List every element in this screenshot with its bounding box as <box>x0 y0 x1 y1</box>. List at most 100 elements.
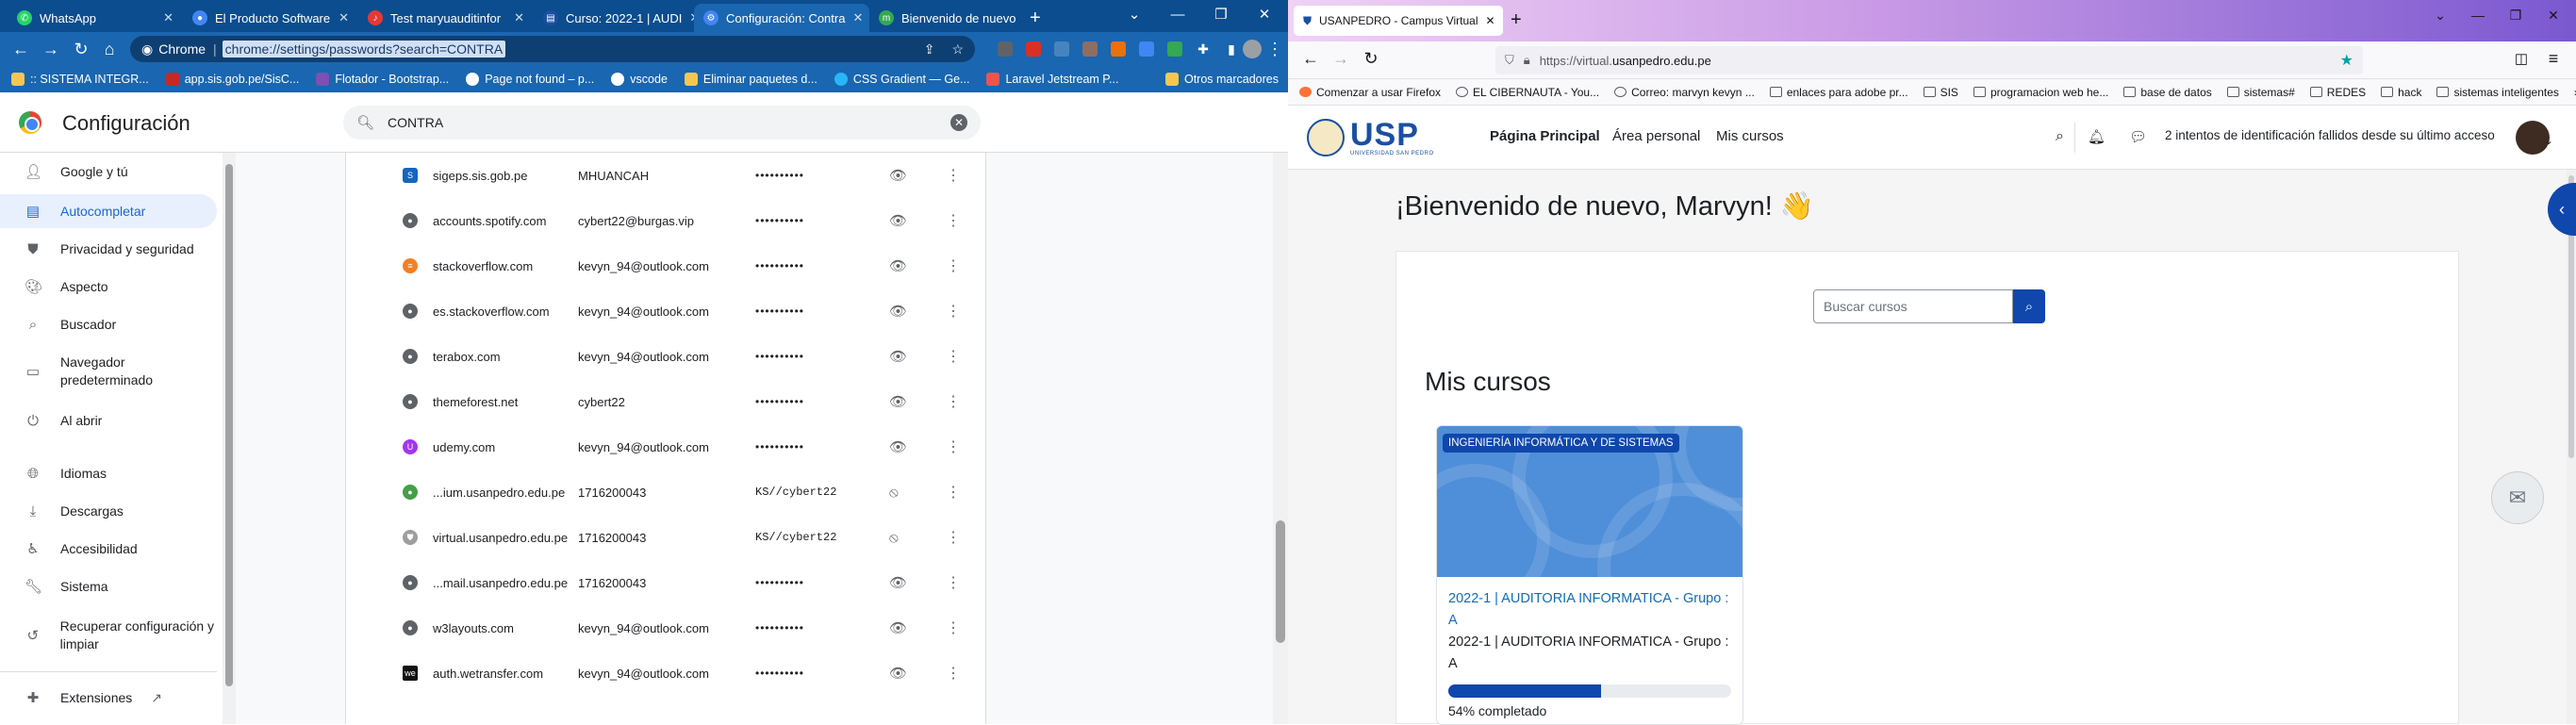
forward-button[interactable]: → <box>40 38 62 60</box>
restore-button[interactable]: ❐ <box>2497 8 2535 24</box>
new-tab-button[interactable]: + <box>1511 9 1522 31</box>
profile-avatar[interactable] <box>1243 40 1262 58</box>
side-panel-icon[interactable]: ▮ <box>1220 38 1243 60</box>
show-password-icon[interactable]: 👁︎ <box>889 212 907 229</box>
site-logo[interactable]: USP UNIVERSIDAD SAN PEDRO <box>1307 117 1448 158</box>
chat-icon[interactable]: 💬︎ <box>2129 128 2147 145</box>
password-row[interactable]: ● accounts.spotify.com cybert22@burgas.vip… <box>346 198 987 243</box>
hide-password-icon[interactable]: ⦸ <box>889 530 899 546</box>
close-window-button[interactable]: ✕ <box>1243 0 1286 28</box>
password-row[interactable]: ≡ stackoverflow.com kevyn_94@outlook.com ••… <box>346 243 987 288</box>
more-actions-icon[interactable]: ⋮ <box>946 392 961 411</box>
forward-button[interactable]: → <box>1329 47 1352 70</box>
show-password-icon[interactable]: 👁︎ <box>889 303 907 320</box>
password-row[interactable]: we auth.wetransfer.com kevyn_94@outlook.co… <box>346 651 987 696</box>
more-actions-icon[interactable]: ⋮ <box>946 347 961 366</box>
show-password-icon[interactable]: 👁︎ <box>889 619 907 636</box>
clear-search-icon[interactable]: ✕ <box>950 114 967 131</box>
bookmark-folder[interactable]: base de datos <box>2123 86 2212 99</box>
tab-configuracion[interactable]: ⚙ Configuración: Contra ✕ <box>694 4 869 32</box>
password-row[interactable]: Uudemy.com kevyn_94@outlook.com ••••••••••… <box>346 424 987 470</box>
page-scrollbar[interactable] <box>2567 170 2576 724</box>
chevron-down-icon[interactable]: ⌄ <box>2544 134 2553 147</box>
bookmark-item[interactable]: Page not found – p... <box>466 73 594 86</box>
bookmark-item[interactable]: Eliminar paquetes d... <box>684 73 817 86</box>
back-button[interactable]: ← <box>1299 47 1322 70</box>
scrollbar-thumb[interactable] <box>225 164 233 686</box>
course-link[interactable]: 2022-1 | AUDITORIA INFORMATICA - Grupo :… <box>1448 588 1731 632</box>
bookmark-item[interactable]: Correo: marvyn kevyn ... <box>1614 86 1755 99</box>
new-tab-button[interactable]: + <box>1020 4 1052 32</box>
bookmark-item[interactable]: CSS Gradient — Ge... <box>834 73 969 86</box>
more-actions-icon[interactable]: ⋮ <box>946 211 961 230</box>
settings-search-input[interactable]: 🔍︎ CONTRA ✕ <box>343 106 981 140</box>
show-password-icon[interactable]: 👁︎ <box>889 348 907 365</box>
search-icon[interactable]: ⌕ <box>2056 128 2064 145</box>
sidebar-item-recuperar[interactable]: ↺ Recuperar configuración y limpiar <box>0 609 217 662</box>
nav-pagina-principal[interactable]: Página Principal <box>1490 128 1600 144</box>
course-search-input[interactable]: Buscar cursos <box>1813 289 2013 323</box>
close-icon[interactable]: ✕ <box>1486 14 1495 27</box>
show-password-icon[interactable]: 👁︎ <box>889 257 907 274</box>
password-row[interactable]: ● terabox.com kevyn_94@outlook.com ••••••••… <box>346 334 987 379</box>
reload-button[interactable]: ↻ <box>70 38 92 60</box>
sidebar-item-idiomas[interactable]: 🌐︎ Idiomas <box>0 456 217 490</box>
messaging-button[interactable]: ✉ <box>2491 471 2544 524</box>
show-password-icon[interactable]: 👁︎ <box>889 393 907 410</box>
tab-test[interactable]: ♪ Test maryuauditinfor ✕ <box>358 4 534 32</box>
bookmark-folder[interactable]: programacion web he... <box>1973 86 2108 99</box>
more-actions-icon[interactable]: ⋮ <box>946 302 961 321</box>
back-button[interactable]: ← <box>9 38 32 60</box>
bookmark-folder[interactable]: enlaces para adobe pr... <box>1769 86 1908 99</box>
more-actions-icon[interactable]: ⋮ <box>946 437 961 456</box>
password-row[interactable]: Ssigeps.sis.gob.pe MHUANCAH •••••••••• 👁︎ ⋮ <box>346 153 987 198</box>
bookmark-item[interactable]: app.sis.gob.pe/SisC... <box>165 73 299 86</box>
menu-icon[interactable]: ≡ <box>2542 47 2565 70</box>
bookmark-folder[interactable]: sistemas# <box>2226 86 2295 99</box>
course-search-button[interactable]: ⌕ <box>2013 289 2045 323</box>
tab-bienvenido[interactable]: mBienvenido de nuevo✕ <box>869 4 1020 32</box>
bookmark-item[interactable]: EL CIBERNAUTA - You... <box>1456 86 1599 99</box>
show-password-icon[interactable]: 👁︎ <box>889 167 907 184</box>
password-row[interactable]: ● themeforest.net cybert22 •••••••••• 👁︎ ⋮ <box>346 379 987 424</box>
puzzle-icon[interactable]: ✚ <box>1192 38 1214 60</box>
sidebar-item-privacidad[interactable]: ⛊ Privacidad y seguridad <box>0 232 217 266</box>
tab-list-icon[interactable]: ⌄ <box>2421 8 2459 24</box>
show-password-icon[interactable]: 👁︎ <box>889 438 907 455</box>
more-actions-icon[interactable]: ⋮ <box>946 618 961 637</box>
sidebar-scrollbar[interactable] <box>223 153 236 724</box>
more-actions-icon[interactable]: ⋮ <box>946 483 961 502</box>
course-card[interactable]: INGENIERÍA INFORMÁTICA Y DE SISTEMAS 202… <box>1436 425 1743 725</box>
tab-curso[interactable]: ▤Curso: 2022-1 | AUDI✕ <box>534 4 709 32</box>
password-row[interactable]: ● es.stackoverflow.com kevyn_94@outlook.co… <box>346 288 987 334</box>
more-actions-icon[interactable]: ⋮ <box>946 528 961 547</box>
address-bar[interactable]: ◉ Chrome | chrome://settings/passwords?s… <box>130 36 975 62</box>
sidebar-item-accesibilidad[interactable]: ♿︎ Accesibilidad <box>0 532 217 566</box>
sidebar-item-google[interactable]: 👤︎ Google y tú <box>0 155 217 189</box>
sidebar-item-descargas[interactable]: ⤓ Descargas <box>0 494 217 528</box>
extension-icon[interactable] <box>1139 41 1154 57</box>
pocket-icon[interactable]: ◫ <box>2510 47 2533 70</box>
bookmark-item[interactable]: vscode <box>611 73 668 86</box>
extension-icon[interactable] <box>1167 41 1182 57</box>
password-row[interactable]: ⛊ virtual.usanpedro.edu.pe 1716200043 KS//c… <box>346 515 987 560</box>
url-text[interactable]: chrome://settings/passwords?search=CONTR… <box>222 41 506 58</box>
nav-area-personal[interactable]: Área personal <box>1612 128 1700 144</box>
bookmark-folder[interactable]: hack <box>2381 86 2421 99</box>
bookmark-item[interactable]: Comenzar a usar Firefox <box>1299 86 1441 99</box>
password-row[interactable]: ● ...mail.usanpedro.edu.pe 1716200043 •••••… <box>346 560 987 605</box>
tab-search-icon[interactable]: ⌄ <box>1113 0 1156 28</box>
password-row[interactable]: ● ...ium.usanpedro.edu.pe 1716200043 KS//cy… <box>346 470 987 515</box>
sidebar-item-navegador[interactable]: ▭ Navegador predeterminado <box>0 345 217 398</box>
close-window-button[interactable]: ✕ <box>2535 8 2572 24</box>
tab-whatsapp[interactable]: ✆ WhatsApp ✕ <box>8 4 183 32</box>
close-icon[interactable]: ✕ <box>514 10 524 25</box>
close-icon[interactable]: ✕ <box>163 10 173 25</box>
course-image[interactable]: INGENIERÍA INFORMÁTICA Y DE SISTEMAS <box>1437 426 1742 577</box>
close-icon[interactable]: ✕ <box>339 10 349 25</box>
nav-mis-cursos[interactable]: Mis cursos <box>1716 128 1784 144</box>
bell-icon[interactable]: 🔔︎ <box>2088 128 2105 145</box>
bookmark-item[interactable]: :: SISTEMA INTEGR... <box>11 73 149 86</box>
sidebar-item-extensiones[interactable]: ✚ Extensiones ↗ <box>0 681 217 715</box>
show-password-icon[interactable]: 👁︎ <box>889 665 907 682</box>
